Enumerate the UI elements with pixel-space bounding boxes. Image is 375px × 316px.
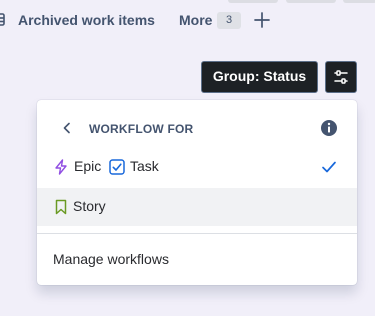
dropdown-title: WORKFLOW FOR [89,122,194,136]
top-tab-stub [228,0,278,3]
top-tab-stub [286,0,336,3]
workflow-dropdown: WORKFLOW FOR Epic Task Story Manage work… [37,100,357,285]
task-checkbox-icon [109,159,125,175]
archive-icon [0,13,5,26]
tab-archived-work-items[interactable]: Archived work items [18,12,155,28]
workflow-item-label: Task [130,158,159,174]
manage-workflows-link[interactable]: Manage workflows [53,251,169,267]
group-by-status-button[interactable]: Group: Status [201,61,318,93]
workflow-item-label: Epic [74,158,102,174]
top-tab-stub [343,0,375,3]
story-bookmark-icon [55,199,67,215]
tab-bar: Archived work items More 3 [0,0,375,40]
workflow-item-label: Story [73,198,106,214]
dropdown-header: WORKFLOW FOR [37,114,357,142]
epic-lightning-icon [55,159,67,175]
divider [37,233,357,234]
chevron-left-icon[interactable] [60,121,74,135]
tab-more[interactable]: More [179,12,212,28]
plus-icon[interactable] [253,11,271,29]
view-settings-button[interactable] [325,61,357,93]
sliders-icon [334,70,348,84]
more-count-badge: 3 [217,12,241,29]
checkmark-icon [322,161,336,173]
info-icon[interactable] [320,119,338,137]
workflow-option-epic-task[interactable]: Epic Task [37,148,357,186]
workflow-option-story[interactable]: Story [37,188,357,226]
